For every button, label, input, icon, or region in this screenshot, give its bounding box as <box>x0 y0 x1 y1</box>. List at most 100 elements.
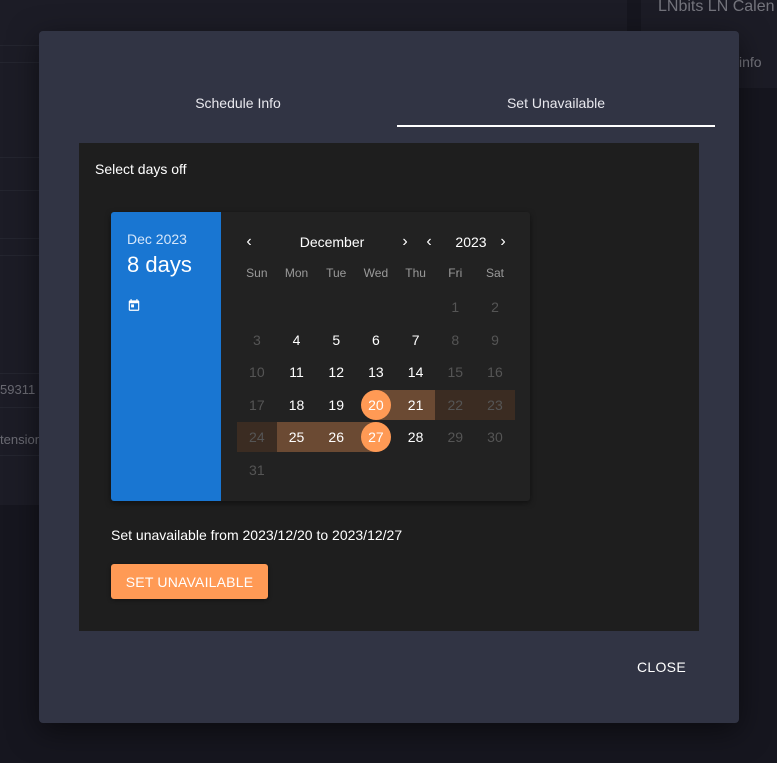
day-cell: 21 <box>395 389 436 420</box>
next-month-button[interactable]: › <box>395 232 415 252</box>
prev-month-button[interactable]: ‹ <box>239 232 259 252</box>
prev-year-button[interactable]: ‹ <box>419 232 439 252</box>
day-cell: 3 <box>237 325 277 355</box>
day-button[interactable]: 18 <box>282 390 312 420</box>
weekday-label: Mon <box>284 266 309 280</box>
weekday-label: Tue <box>326 266 347 280</box>
day-cell <box>277 292 317 322</box>
day-cell <box>356 292 396 322</box>
calendar-icon[interactable] <box>127 298 141 312</box>
day-cell: 1 <box>435 292 475 322</box>
day-button[interactable]: 6 <box>361 325 391 355</box>
date-picker-subtitle[interactable]: Dec 2023 <box>127 231 187 247</box>
day-cell <box>396 292 436 322</box>
day-cell: 27 <box>356 422 396 453</box>
tab-schedule-info[interactable]: Schedule Info <box>79 89 397 127</box>
day-cell: 4 <box>277 325 317 355</box>
day-button[interactable]: 11 <box>282 357 312 387</box>
day-cell: 29 <box>435 422 475 452</box>
day-button: 17 <box>249 396 265 413</box>
day-cell: 28 <box>396 422 436 452</box>
day-cell: 16 <box>475 357 515 387</box>
day-button: 1 <box>451 299 460 316</box>
calendar-week-row: 10 11 12 13 14 15 16 <box>237 356 515 389</box>
day-cell: 13 <box>356 357 396 387</box>
day-button[interactable]: 28 <box>401 422 431 452</box>
date-range-picker: Dec 2023 8 days ‹ December › ‹ 2023 › Su… <box>111 212 530 501</box>
calendar-week-row: 24 25 26 27 28 29 30 <box>237 421 515 454</box>
calendar-week-row: 12 <box>237 291 515 324</box>
calendar-week-row: 17 18 19 20 21 22 23 <box>237 389 515 422</box>
day-cell: 24 <box>237 422 277 453</box>
day-cell: 30 <box>475 422 515 452</box>
day-button[interactable]: 4 <box>282 325 312 355</box>
day-cell: 26 <box>316 422 357 453</box>
day-button: 9 <box>491 331 499 348</box>
day-cell: 5 <box>316 325 356 355</box>
day-cell: 14 <box>396 357 436 387</box>
day-cell: 17 <box>237 390 277 420</box>
calendar-week-row: 3 4567 8 9 <box>237 324 515 357</box>
day-cell: 7 <box>396 325 436 355</box>
day-cell: 20 <box>356 389 396 420</box>
day-button: 24 <box>249 429 265 446</box>
day-cell: 15 <box>435 357 475 387</box>
selected-range-text: Set unavailable from 2023/12/20 to 2023/… <box>111 527 403 543</box>
day-button: 16 <box>487 364 503 381</box>
day-button[interactable]: 25 <box>282 422 312 452</box>
year-label[interactable]: 2023 <box>450 234 492 250</box>
close-button[interactable]: CLOSE <box>637 659 686 675</box>
tab-set-unavailable[interactable]: Set Unavailable <box>397 89 715 127</box>
day-cell: 22 <box>435 389 476 420</box>
day-cell: 10 <box>237 357 277 387</box>
day-button[interactable]: 19 <box>321 390 351 420</box>
day-button: 22 <box>447 396 464 413</box>
day-cell: 2 <box>475 292 515 322</box>
set-unavailable-button[interactable]: SET UNAVAILABLE <box>111 564 268 599</box>
day-button: 30 <box>487 429 503 446</box>
date-picker-calendar: ‹ December › ‹ 2023 › Sun Mon Tue Wed Th… <box>221 212 530 501</box>
day-grid: 1 2 3 4 5 6 7 8 9 10 11 12 13 14 15 16 17 18 19 20 21 22 23 24 2… <box>237 291 515 486</box>
day-button: 31 <box>249 461 265 478</box>
next-year-button[interactable]: › <box>493 232 513 252</box>
dialog-tabs: Schedule Info Set Unavailable <box>79 89 715 127</box>
day-cell: 8 <box>435 325 475 355</box>
day-button: 23 <box>487 396 503 413</box>
day-cell: 6 <box>356 325 396 355</box>
day-cell: 18 <box>277 390 317 420</box>
date-picker-title: 8 days <box>127 252 192 277</box>
day-cell: 19 <box>316 390 356 420</box>
day-button[interactable]: 20 <box>360 389 391 420</box>
day-button[interactable]: 7 <box>401 325 431 355</box>
day-cell: 11 <box>277 357 317 387</box>
set-unavailable-dialog: Schedule Info Set Unavailable Select day… <box>39 31 739 723</box>
day-button[interactable]: 13 <box>361 357 391 387</box>
day-cell: 23 <box>475 389 515 420</box>
day-cell: 9 <box>475 325 515 355</box>
day-button: 15 <box>447 364 464 381</box>
month-label[interactable]: December <box>281 234 383 250</box>
day-cell: 25 <box>276 422 317 453</box>
weekday-label: Wed <box>363 266 389 280</box>
day-button[interactable]: 5 <box>321 325 351 355</box>
weekday-label: Sat <box>485 266 504 280</box>
day-cell <box>316 292 356 322</box>
day-button[interactable]: 27 <box>360 422 391 453</box>
day-button: 10 <box>249 364 265 381</box>
calendar-week-row: 31 <box>237 454 515 487</box>
day-button: 8 <box>451 331 460 348</box>
day-button: 3 <box>252 331 261 348</box>
weekday-label: Fri <box>448 266 463 280</box>
day-button[interactable]: 12 <box>321 357 351 387</box>
weekday-label: Sun <box>246 266 268 280</box>
day-button: 2 <box>491 299 499 316</box>
day-button[interactable]: 14 <box>401 357 431 387</box>
panel-label: Select days off <box>95 161 187 177</box>
day-button[interactable]: 21 <box>401 390 431 420</box>
date-picker-header: Dec 2023 8 days <box>111 212 221 501</box>
day-button[interactable]: 26 <box>321 422 351 452</box>
weekday-header-row: Sun Mon Tue Wed Thu Fri Sat <box>237 266 515 280</box>
day-cell <box>237 292 277 322</box>
day-cell: 31 <box>237 455 277 485</box>
tab-panel: Select days off Dec 2023 8 days ‹ Decemb… <box>79 143 699 631</box>
